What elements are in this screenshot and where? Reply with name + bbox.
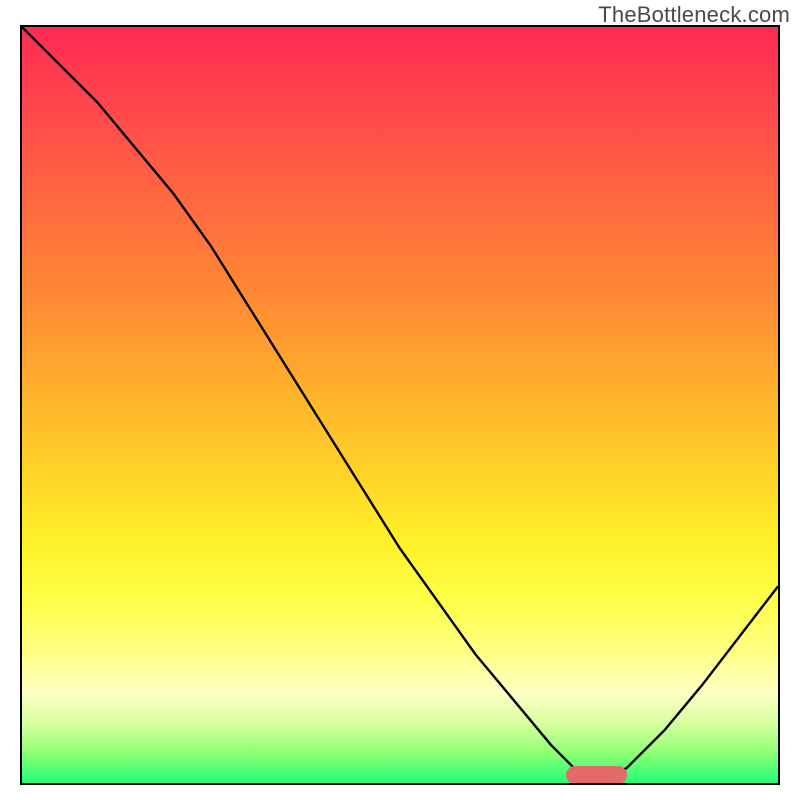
curve-svg [22,27,778,783]
plot-area [20,25,780,785]
bottleneck-curve-path [22,27,778,775]
bottleneck-chart: TheBottleneck.com [0,0,800,800]
watermark-text: TheBottleneck.com [598,2,790,28]
optimum-marker [566,766,626,784]
